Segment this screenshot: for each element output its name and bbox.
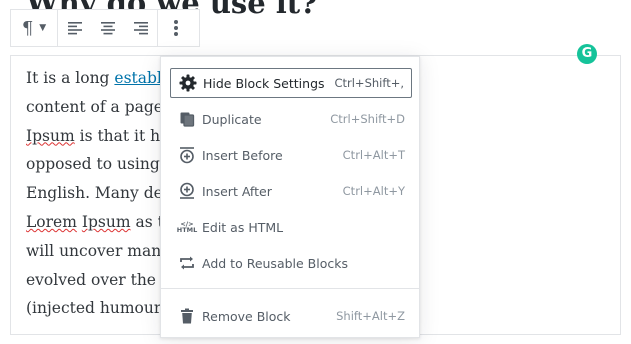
menu-item-label: Insert After xyxy=(202,183,272,199)
align-right-icon xyxy=(133,22,148,35)
menu-item-hide-block-settings[interactable]: Hide Block Settings Ctrl+Shift+, xyxy=(170,68,412,98)
menu-separator xyxy=(161,288,419,289)
align-left-button[interactable] xyxy=(58,10,91,46)
html-icon: </> HTML xyxy=(176,219,198,234)
pilcrow-icon: ¶ xyxy=(21,17,34,39)
menu-item-insert-after[interactable]: Insert After Ctrl+Alt+Y xyxy=(170,176,412,206)
more-options-group xyxy=(158,10,194,46)
menu-item-shortcut: Ctrl+Alt+Y xyxy=(342,184,405,198)
align-center-icon xyxy=(100,22,115,35)
insert-after-icon xyxy=(176,180,198,202)
insert-before-icon xyxy=(176,144,198,166)
menu-item-remove-block[interactable]: Remove Block Shift+Alt+Z xyxy=(170,301,412,331)
spellcheck-word: Ipsum xyxy=(26,126,75,145)
block-toolbar: ¶ ▼ xyxy=(10,9,200,47)
menu-item-label: Remove Block xyxy=(202,308,291,324)
menu-item-duplicate[interactable]: Duplicate Ctrl+Shift+D xyxy=(170,104,412,134)
menu-item-insert-before[interactable]: Insert Before Ctrl+Alt+T xyxy=(170,140,412,170)
block-switcher-button[interactable]: ¶ ▼ xyxy=(11,10,57,46)
align-right-button[interactable] xyxy=(124,10,157,46)
reusable-icon xyxy=(176,252,198,274)
alignment-group xyxy=(58,10,158,46)
menu-item-add-to-reusable-blocks[interactable]: Add to Reusable Blocks xyxy=(170,248,412,278)
spellcheck-word: Ipsum xyxy=(81,212,131,231)
gear-icon xyxy=(177,72,199,94)
block-settings-menu: Hide Block Settings Ctrl+Shift+, Duplica… xyxy=(160,56,420,338)
menu-item-shortcut: Ctrl+Alt+T xyxy=(342,148,405,162)
menu-item-shortcut: Ctrl+Shift+D xyxy=(330,112,405,126)
menu-item-label: Insert Before xyxy=(202,147,283,163)
align-left-icon xyxy=(67,22,82,35)
menu-item-label: Add to Reusable Blocks xyxy=(202,255,348,271)
menu-item-label: Edit as HTML xyxy=(202,219,284,235)
grammarly-icon[interactable]: G xyxy=(577,44,597,64)
menu-item-label: Hide Block Settings xyxy=(203,75,325,91)
block-switcher-group: ¶ ▼ xyxy=(11,10,58,46)
trash-icon xyxy=(176,305,198,327)
paragraph-text-run: (injected humour xyxy=(26,299,162,318)
menu-item-shortcut: Shift+Alt+Z xyxy=(336,309,405,323)
align-center-button[interactable] xyxy=(91,10,124,46)
duplicate-icon xyxy=(176,108,198,130)
spellcheck-word: Lorem xyxy=(26,212,77,231)
menu-item-shortcut: Ctrl+Shift+, xyxy=(334,76,404,90)
menu-item-label: Duplicate xyxy=(202,111,262,127)
caret-down-icon: ▼ xyxy=(39,23,47,33)
more-options-button[interactable] xyxy=(158,10,194,46)
menu-item-edit-as-html[interactable]: </> HTML Edit as HTML xyxy=(170,212,412,242)
more-vertical-icon xyxy=(174,20,178,36)
paragraph-text-run: It is a long xyxy=(26,69,115,87)
